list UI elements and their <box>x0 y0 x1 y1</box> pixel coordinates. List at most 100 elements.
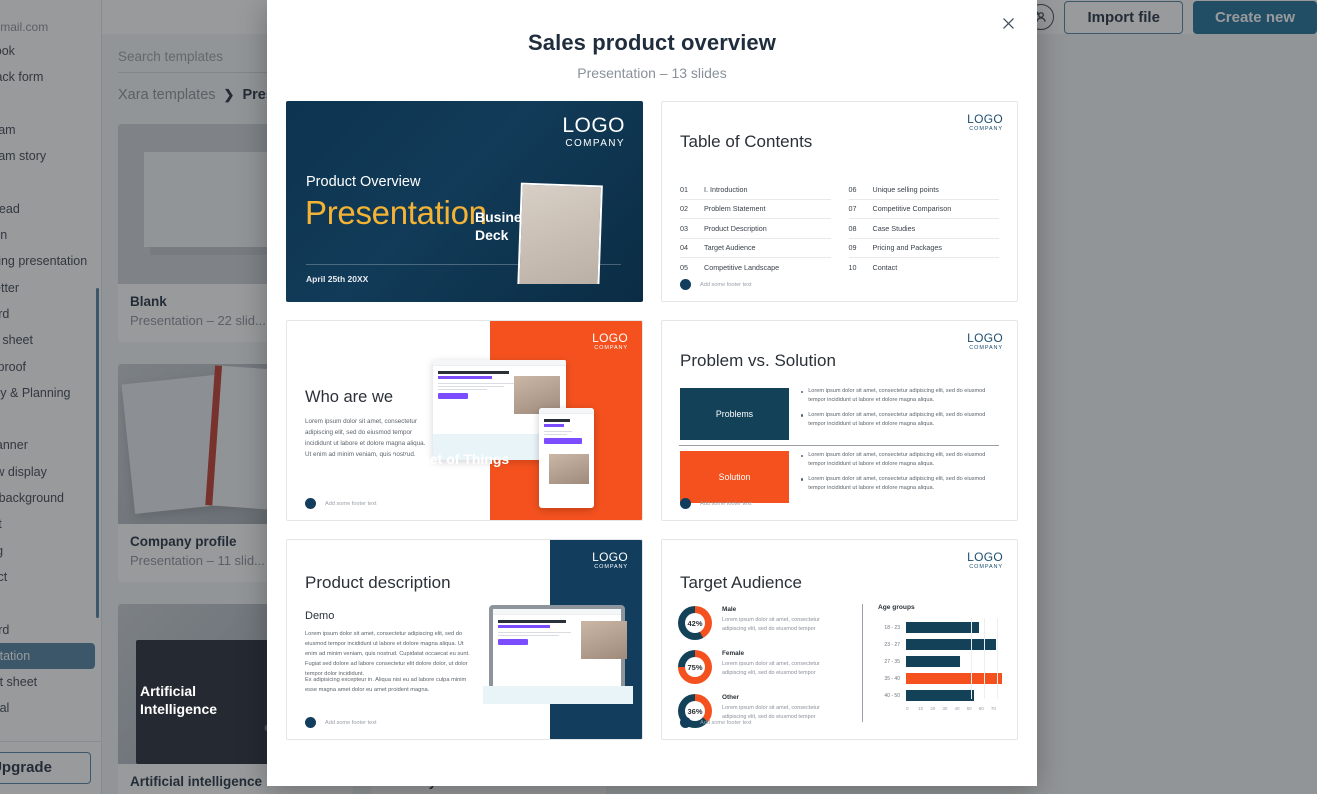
toc-entry: 06 Unique selling points <box>849 180 1000 200</box>
slide-thumbnail-2[interactable]: LOGO COMPANY Table of Contents 01 I. Int… <box>661 101 1018 302</box>
laptop-mockup <box>483 605 633 704</box>
toc-number: 08 <box>849 224 861 233</box>
slide-paragraph-2: Ex adipisicing excepteur in. Aliqua nisi… <box>305 676 473 696</box>
toc-label: Competitive Comparison <box>873 204 952 213</box>
logo-line-1: LOGO <box>592 551 628 563</box>
slide-footer: Add some footer text <box>305 498 377 509</box>
logo-line-1: LOGO <box>967 551 1003 563</box>
bullet-text: Lorem ipsum dolor sit amet, consectetur … <box>808 411 1001 429</box>
bullet-text: Lorem ipsum dolor sit amet, consectetur … <box>808 387 1001 405</box>
divider <box>679 445 999 446</box>
toc-number: 06 <box>849 185 861 194</box>
bullet-icon <box>680 279 691 290</box>
bullet-icon <box>801 455 803 457</box>
bullet-text: Lorem ipsum dolor sit amet, consectetur … <box>808 475 1001 493</box>
table-of-contents: 01 I. Introduction 02 Problem Statement … <box>680 180 999 278</box>
logo: LOGO COMPANY <box>562 115 625 149</box>
bullet-item: Lorem ipsum dolor sit amet, consectetur … <box>801 387 1001 405</box>
toc-number: 04 <box>680 243 692 252</box>
template-preview-modal: Sales product overview Presentation – 13… <box>267 0 1037 786</box>
logo-line-2: COMPANY <box>562 139 625 149</box>
donut-chart-male: 42% <box>678 606 712 640</box>
slide-thumbnail-6[interactable]: LOGO COMPANY Target Audience 42% Male Lo… <box>661 539 1018 740</box>
problems-bullets: Lorem ipsum dolor sit amet, consectetur … <box>801 387 1001 435</box>
logo-line-1: LOGO <box>592 332 628 344</box>
toc-entry: 03 Product Description <box>680 219 831 239</box>
bar-track <box>906 673 1003 684</box>
segment-description: Lorem ipsum dolor sit amet, consectetur … <box>722 660 820 678</box>
bullet-icon <box>801 414 803 416</box>
close-icon[interactable] <box>997 15 1019 37</box>
toc-number: 09 <box>849 243 861 252</box>
gridline <box>997 618 998 699</box>
age-groups-bar-chart: Age groups 18 - 2323 - 2727 - 3535 - 404… <box>878 604 1003 711</box>
toc-number: 07 <box>849 204 861 213</box>
slide-footer: Add some footer text <box>305 717 377 728</box>
slide-thumbnail-4[interactable]: LOGO COMPANY Problem vs. Solution Proble… <box>661 320 1018 521</box>
toc-entry: 02 Problem Statement <box>680 200 831 220</box>
bullet-text: Lorem ipsum dolor sit amet, consectetur … <box>808 451 1001 469</box>
slide-title: Table of Contents <box>680 132 812 152</box>
slide-subtitle: Demo <box>305 610 334 622</box>
bullet-icon <box>305 498 316 509</box>
toc-label: Contact <box>873 263 898 272</box>
divider <box>862 604 863 722</box>
slide-title: Target Audience <box>680 573 802 593</box>
bar-category-label: 27 - 35 <box>878 659 900 665</box>
axis-tick-label: 30 <box>942 706 954 711</box>
slide-paragraph-1: Lorem ipsum dolor sit amet, consectetur … <box>305 630 473 680</box>
logo-line-2: COMPANY <box>592 565 628 571</box>
axis-tick-label: 0 <box>906 706 918 711</box>
bullet-item: Lorem ipsum dolor sit amet, consectetur … <box>801 411 1001 429</box>
bar-category-label: 18 - 23 <box>878 625 900 631</box>
toc-entry: 09 Pricing and Packages <box>849 239 1000 259</box>
bar-fill <box>906 639 996 650</box>
segment-label: Male <box>722 606 820 613</box>
logo-line-2: COMPANY <box>967 565 1003 571</box>
logo: LOGO COMPANY <box>967 551 1003 571</box>
donut-chart-female: 75% <box>678 650 712 684</box>
footer-text: Add some footer text <box>700 501 752 507</box>
gridline <box>971 618 972 699</box>
donut-chart-other: 36% <box>678 694 712 728</box>
logo-line-2: COMPANY <box>967 127 1003 133</box>
gridline <box>984 618 985 699</box>
toc-label: Case Studies <box>873 224 916 233</box>
slide-thumbnail-3[interactable]: LOGO COMPANY Who are we Lorem ipsum dolo… <box>286 320 643 521</box>
bar-track <box>906 622 1003 633</box>
bar-category-label: 40 - 50 <box>878 693 900 699</box>
axis-tick-label: 60 <box>979 706 991 711</box>
bar-track <box>906 656 1003 667</box>
bullet-icon <box>801 391 803 393</box>
slide-title: Problem vs. Solution <box>680 351 836 371</box>
logo: LOGO COMPANY <box>592 332 628 352</box>
thumbnail-label: Artificial Intelligence <box>140 683 217 718</box>
toc-entry: 07 Competitive Comparison <box>849 200 1000 220</box>
axis-tick-label: 10 <box>918 706 930 711</box>
modal-subtitle: Presentation – 13 slides <box>267 65 1037 81</box>
website-mockup-mobile <box>539 408 594 508</box>
toc-number: 02 <box>680 204 692 213</box>
toc-entry: 05 Competitive Landscape <box>680 258 831 278</box>
toc-label: I. Introduction <box>704 185 748 194</box>
slides-grid: LOGO COMPANY Product Overview Presentati… <box>285 101 1019 740</box>
thumbnail-label: Internet of Things <box>391 451 509 469</box>
bar-fill <box>906 690 974 701</box>
bullet-item: Lorem ipsum dolor sit amet, consectetur … <box>801 475 1001 493</box>
chart-x-axis: 010203040506070 <box>906 706 1003 711</box>
toc-label: Target Audience <box>704 243 756 252</box>
bar-fill <box>906 622 979 633</box>
bullet-item: Lorem ipsum dolor sit amet, consectetur … <box>801 451 1001 469</box>
toc-label: Pricing and Packages <box>873 243 943 252</box>
axis-tick-label: 50 <box>967 706 979 711</box>
slides-scroll-area[interactable]: LOGO COMPANY Product Overview Presentati… <box>267 81 1037 786</box>
axis-tick-label: 40 <box>955 706 967 711</box>
axis-tick-label: 70 <box>991 706 1003 711</box>
segment-text: Female Lorem ipsum dolor sit amet, conse… <box>722 650 820 678</box>
slide-title: Presentation <box>305 194 487 232</box>
toc-number: 05 <box>680 263 692 272</box>
segment-label: Female <box>722 650 820 657</box>
bar-fill <box>906 656 960 667</box>
segment-description: Lorem ipsum dolor sit amet, consectetur … <box>722 616 820 634</box>
slide-footer: Add some footer text <box>680 279 752 290</box>
